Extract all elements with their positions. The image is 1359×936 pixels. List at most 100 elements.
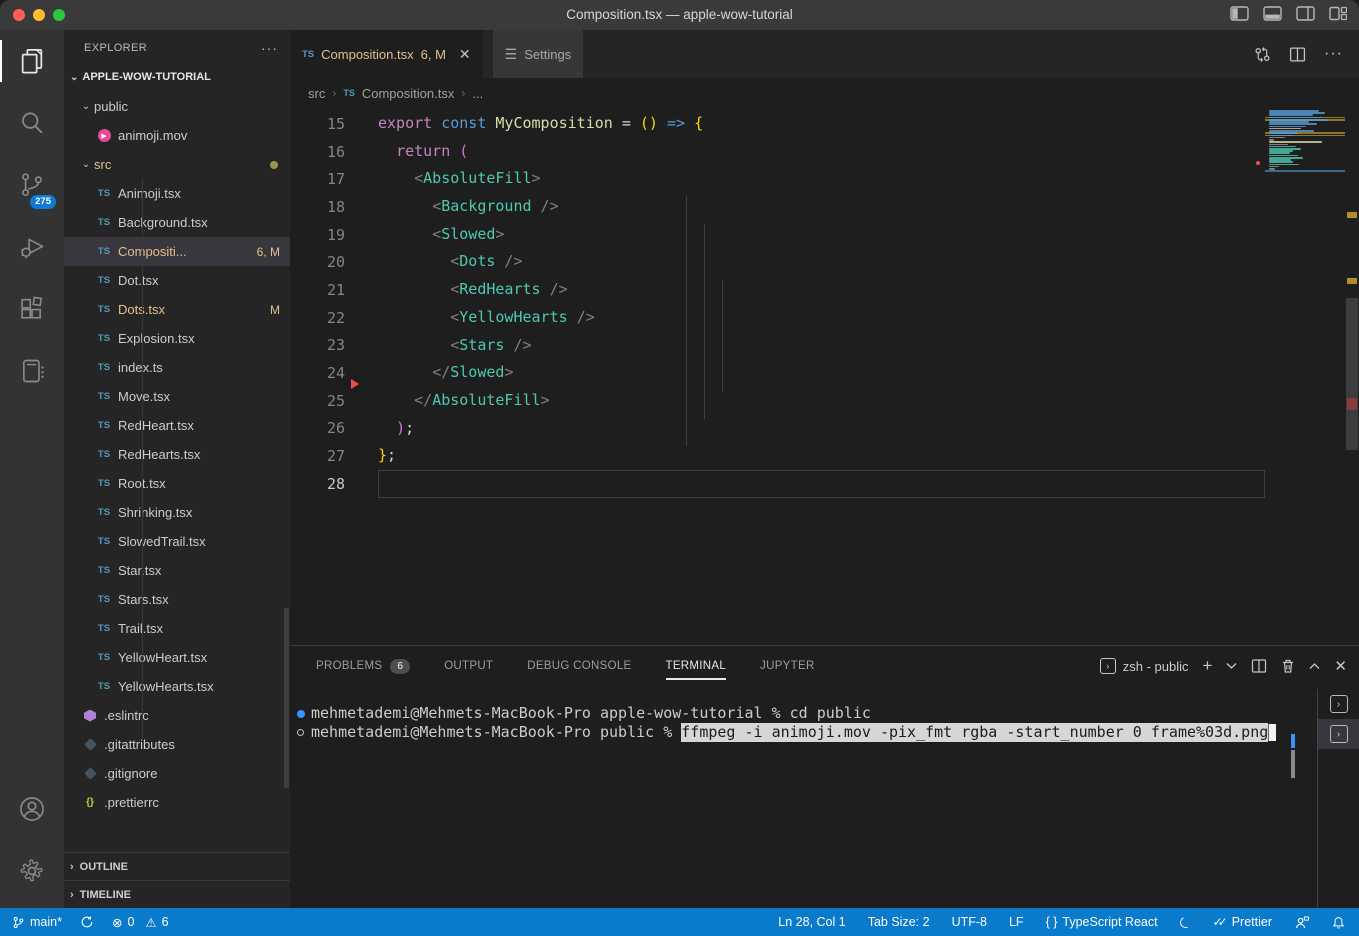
language-mode[interactable]: { } TypeScript React (1046, 915, 1158, 929)
breadcrumb-src[interactable]: src (308, 86, 325, 101)
breadcrumb-symbol[interactable]: ... (472, 86, 483, 101)
code-line-24[interactable]: 24 </Slowed> (290, 359, 1265, 387)
tree-item-redhearts-tsx[interactable]: TSRedHearts.tsx (64, 440, 290, 469)
terminal-line-2[interactable]: mehmetademi@Mehmets-MacBook-Pro public %… (290, 723, 1289, 742)
split-terminal-icon[interactable] (1251, 658, 1267, 674)
tree-item-yellowhearts-tsx[interactable]: TSYellowHearts.tsx (64, 672, 290, 701)
tree-item--gitignore[interactable]: .gitignore (64, 759, 290, 788)
code-line-25[interactable]: 25 </AbsoluteFill> (290, 387, 1265, 415)
activity-account[interactable] (0, 778, 64, 840)
panel-tab-debug-console[interactable]: DEBUG CONSOLE (527, 646, 631, 686)
section-outline[interactable]: ›OUTLINE (64, 852, 290, 880)
tree-item-star-tsx[interactable]: TSStar.tsx (64, 556, 290, 585)
more-actions-icon[interactable]: ··· (1324, 45, 1343, 63)
tree-item-slowedtrail-tsx[interactable]: TSSlowedTrail.tsx (64, 527, 290, 556)
kill-terminal-trash-icon[interactable] (1281, 658, 1295, 674)
code-line-27[interactable]: 27}; (290, 442, 1265, 470)
code-line-18[interactable]: 18 <Background /> (290, 193, 1265, 221)
sidebar-more-actions[interactable]: ··· (261, 40, 278, 56)
tree-item-explosion-tsx[interactable]: TSExplosion.tsx (64, 324, 290, 353)
panel-tab-output[interactable]: OUTPUT (444, 646, 493, 686)
code-line-20[interactable]: 20 <Dots /> (290, 248, 1265, 276)
code-line-17[interactable]: 17 <AbsoluteFill> (290, 165, 1265, 193)
new-terminal-button[interactable]: + (1202, 656, 1212, 676)
breadcrumb-file[interactable]: Composition.tsx (362, 86, 454, 101)
tree-item-public[interactable]: ⌄public (64, 92, 290, 121)
chevron-down-icon[interactable] (1226, 662, 1237, 670)
tree-item-yellowheart-tsx[interactable]: TSYellowHeart.tsx (64, 643, 290, 672)
code-text: <Dots /> (378, 248, 1265, 276)
tree-item-stars-tsx[interactable]: TSStars.tsx (64, 585, 290, 614)
overview-ruler[interactable] (1345, 110, 1359, 645)
problems-indicator[interactable]: ⊗ 0 ⚠ 6 (112, 915, 169, 930)
activity-explorer[interactable] (0, 30, 64, 92)
terminal-shell-select[interactable]: › zsh - public (1100, 658, 1189, 674)
tree-item-dot-tsx[interactable]: TSDot.tsx (64, 266, 290, 295)
panel-tab-jupyter[interactable]: JUPYTER (760, 646, 815, 686)
formatter-indicator[interactable]: ✓✓ Prettier (1213, 915, 1272, 929)
activity-extensions[interactable] (0, 278, 64, 340)
sidebar-scrollbar[interactable] (284, 608, 289, 788)
tree-item-index-ts[interactable]: TSindex.ts (64, 353, 290, 382)
toggle-secondary-sidebar-icon[interactable] (1296, 6, 1315, 21)
feedback-icon[interactable] (1294, 915, 1310, 930)
toggle-primary-sidebar-icon[interactable] (1230, 6, 1249, 21)
tree-item-src[interactable]: ⌄src (64, 150, 290, 179)
sync-button[interactable] (80, 915, 94, 929)
tree-item--prettierrc[interactable]: {}.prettierrc (64, 788, 290, 817)
close-panel-icon[interactable]: ✕ (1334, 657, 1347, 675)
section-timeline[interactable]: ›TIMELINE (64, 880, 290, 908)
activity-run-debug[interactable] (0, 216, 64, 278)
customize-layout-icon[interactable] (1329, 6, 1347, 21)
minimap[interactable] (1265, 110, 1345, 645)
tree-item-trail-tsx[interactable]: TSTrail.tsx (64, 614, 290, 643)
split-editor-icon[interactable] (1289, 46, 1306, 63)
code-line-23[interactable]: 23 <Stars /> (290, 332, 1265, 360)
eol[interactable]: LF (1009, 915, 1024, 929)
terminal-instance-1[interactable]: › (1318, 689, 1359, 719)
close-tab-icon[interactable]: ✕ (459, 46, 471, 63)
maximize-panel-icon[interactable] (1309, 662, 1320, 670)
project-root[interactable]: ⌄ APPLE-WOW-TUTORIAL (64, 65, 290, 89)
tab-settings[interactable]: ☰ Settings (493, 30, 584, 78)
branch-indicator[interactable]: main* (12, 915, 62, 930)
tree-item--gitattributes[interactable]: .gitattributes (64, 730, 290, 759)
activity-source-control[interactable]: 275 (0, 154, 64, 216)
tree-item-root-tsx[interactable]: TSRoot.tsx (64, 469, 290, 498)
code-line-15[interactable]: 15export const MyComposition = () => { (290, 110, 1265, 138)
activity-search[interactable] (0, 92, 64, 154)
panel-tab-terminal[interactable]: TERMINAL (666, 646, 727, 686)
terminal[interactable]: mehmetademi@Mehmets-MacBook-Pro apple-wo… (290, 704, 1289, 908)
tree-item-compositi-[interactable]: TSCompositi...6, M (64, 237, 290, 266)
code-line-22[interactable]: 22 <YellowHearts /> (290, 304, 1265, 332)
tree-item-background-tsx[interactable]: TSBackground.tsx (64, 208, 290, 237)
scrollbar-thumb[interactable] (1346, 298, 1358, 450)
code-editor[interactable]: 15export const MyComposition = () => {16… (290, 110, 1265, 645)
tree-item--eslintrc[interactable]: .eslintrc (64, 701, 290, 730)
code-line-28[interactable]: 28 (290, 470, 1265, 498)
code-line-26[interactable]: 26 ); (290, 415, 1265, 443)
tree-item-animoji-mov[interactable]: ▶animoji.mov (64, 121, 290, 150)
terminal-instance-2[interactable]: › (1318, 719, 1359, 749)
tree-item-dots-tsx[interactable]: TSDots.tsxM (64, 295, 290, 324)
tree-item-shrinking-tsx[interactable]: TSShrinking.tsx (64, 498, 290, 527)
terminal-line-1[interactable]: mehmetademi@Mehmets-MacBook-Pro apple-wo… (290, 704, 1289, 723)
code-line-21[interactable]: 21 <RedHearts /> (290, 276, 1265, 304)
bell-icon[interactable] (1332, 915, 1345, 930)
panel-tab-problems[interactable]: PROBLEMS6 (316, 646, 410, 686)
tab-composition[interactable]: TS Composition.tsx 6, M ✕ (290, 30, 483, 78)
cursor-position[interactable]: Ln 28, Col 1 (778, 915, 845, 929)
activity-settings[interactable] (0, 840, 64, 902)
encoding[interactable]: UTF-8 (952, 915, 987, 929)
code-line-16[interactable]: 16 return ( (290, 138, 1265, 166)
open-changes-icon[interactable] (1254, 46, 1271, 63)
line-number: 23 (290, 336, 362, 354)
tab-size[interactable]: Tab Size: 2 (868, 915, 930, 929)
tree-item-move-tsx[interactable]: TSMove.tsx (64, 382, 290, 411)
activity-notebook[interactable] (0, 340, 64, 402)
tree-item-animoji-tsx[interactable]: TSAnimoji.tsx (64, 179, 290, 208)
tree-item-package-lock-json[interactable]: {}package-lock.json (64, 817, 290, 824)
code-line-19[interactable]: 19 <Slowed> (290, 221, 1265, 249)
toggle-panel-icon[interactable] (1263, 6, 1282, 21)
tree-item-redheart-tsx[interactable]: TSRedHeart.tsx (64, 411, 290, 440)
